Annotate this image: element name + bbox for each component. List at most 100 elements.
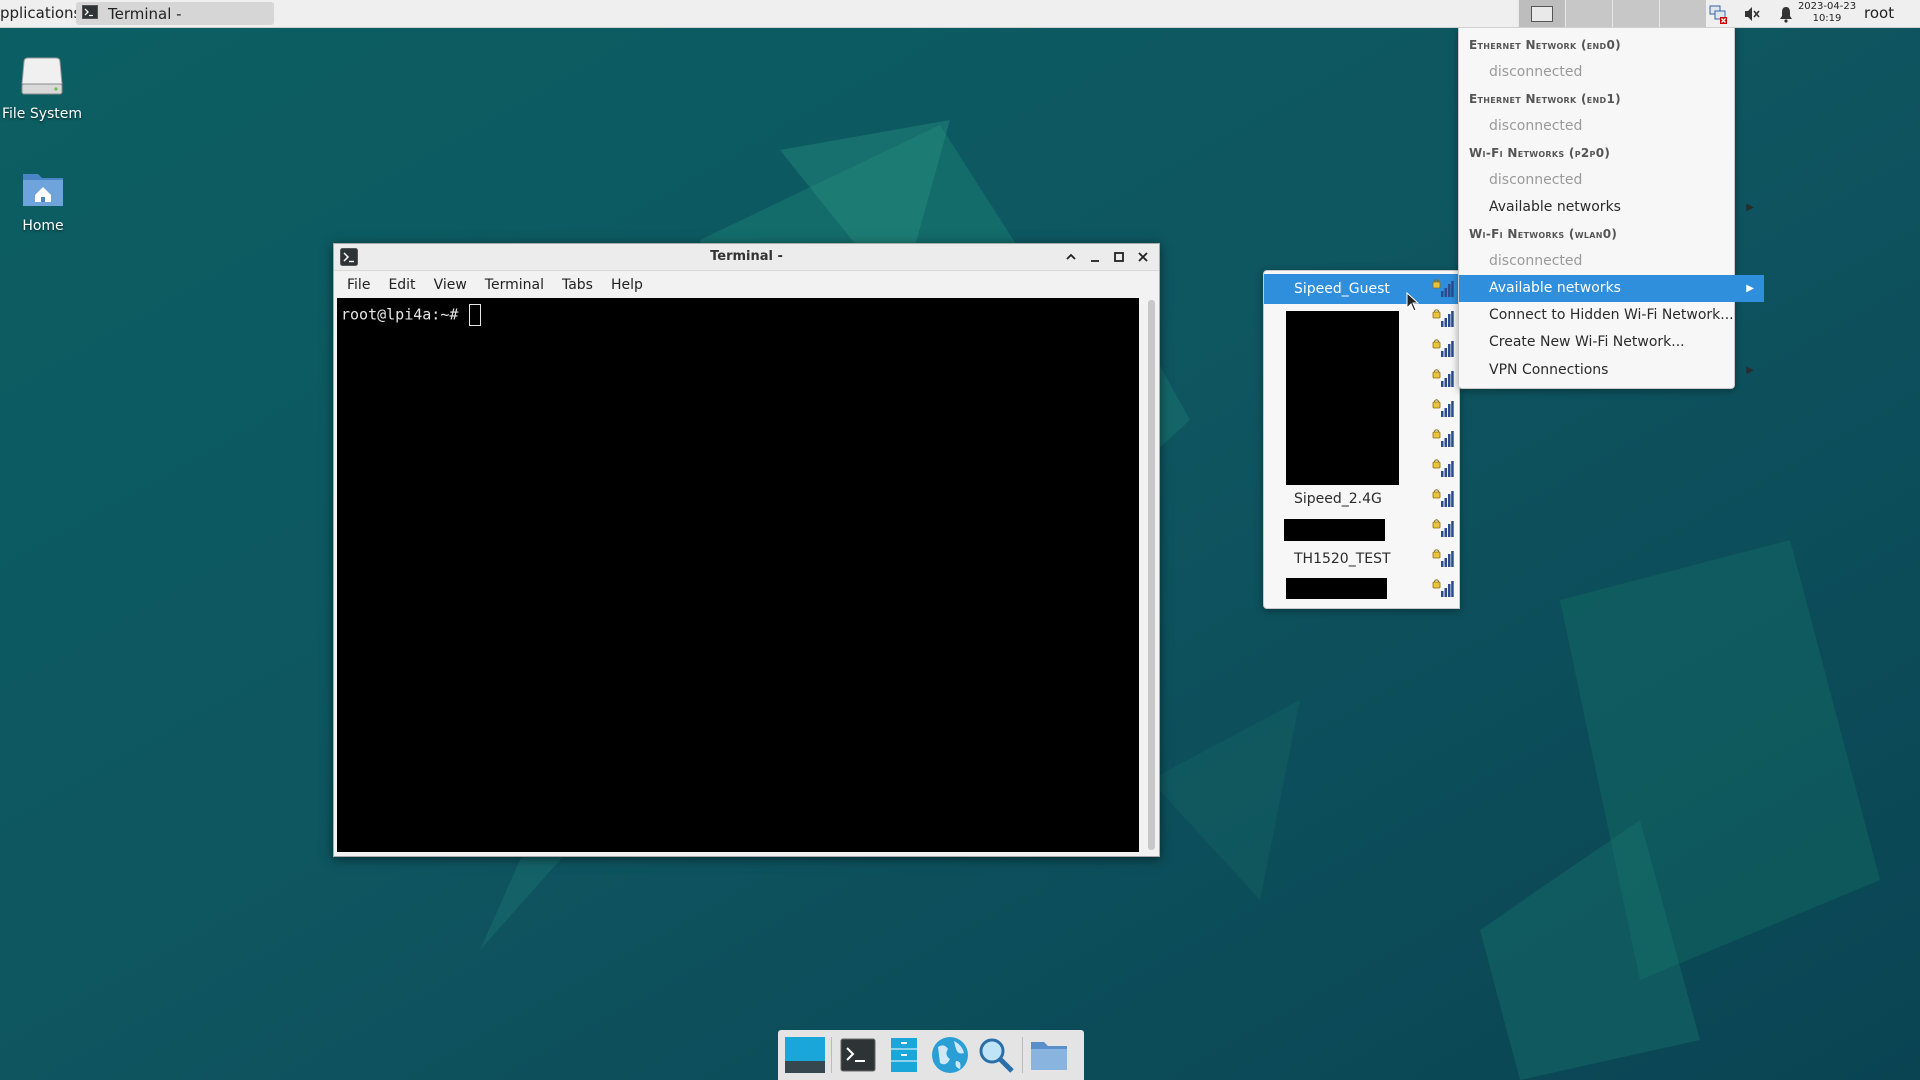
drive-icon	[21, 57, 63, 95]
terminal-menubar: File Edit View Terminal Tabs Help	[334, 271, 1159, 298]
home-folder-icon	[23, 174, 63, 206]
folder-icon	[1031, 1042, 1067, 1070]
workspace-window-preview	[1531, 5, 1553, 22]
wifi-signal-lock-icon	[1432, 459, 1454, 483]
app-finder-launcher[interactable]	[973, 1032, 1019, 1078]
volume-muted-icon[interactable]	[1742, 4, 1762, 24]
desktop-icon-label: Home	[22, 218, 64, 234]
network-disconnected-icon[interactable]	[1708, 4, 1728, 24]
menu-help[interactable]: Help	[602, 277, 652, 293]
create-wifi-item[interactable]: Create New Wi-Fi Network...	[1459, 329, 1764, 356]
submenu-arrow-icon: ▶	[1746, 202, 1754, 213]
shade-button[interactable]	[1061, 247, 1081, 267]
terminal-prompt-line: root@lpi4a:~#	[341, 304, 482, 326]
taskbar-terminal-button[interactable]: Terminal -	[76, 2, 274, 25]
show-desktop-button[interactable]	[782, 1032, 828, 1078]
dock-separator	[831, 1037, 832, 1073]
app-finder-icon	[979, 1038, 1014, 1073]
maximize-icon	[1114, 252, 1124, 262]
chevron-up-icon	[1066, 253, 1076, 260]
menu-tabs[interactable]: Tabs	[553, 277, 602, 293]
web-browser-icon	[932, 1037, 968, 1073]
wifi-signal-lock-icon	[1432, 519, 1454, 543]
wifi-network-item[interactable]: Sipeed_Guest	[1264, 274, 1459, 304]
top-panel: pplications Terminal - 2023-04-23 10:19 …	[0, 0, 1920, 28]
wifi-signal-lock-icon	[1432, 429, 1454, 453]
window-title: Terminal -	[710, 249, 783, 264]
status-end1: disconnected	[1489, 118, 1583, 134]
menu-item-label: VPN Connections	[1489, 362, 1609, 378]
desktop-icon-home[interactable]: Home	[0, 166, 98, 234]
workspace-2[interactable]	[1565, 0, 1612, 27]
mouse-pointer-icon	[1406, 292, 1420, 312]
wifi-network-item[interactable]: TH1520_TEST	[1264, 544, 1459, 574]
wifi-signal-lock-icon	[1432, 579, 1454, 603]
redacted-network-name	[1286, 578, 1387, 599]
vpn-connections-item[interactable]: VPN Connections ▶	[1459, 357, 1764, 384]
terminal-output[interactable]: root@lpi4a:~#	[337, 298, 1139, 852]
wifi-network-name: Sipeed_Guest	[1294, 281, 1390, 297]
redacted-network-name	[1284, 519, 1385, 541]
wifi-network-name: TH1520_TEST	[1294, 551, 1391, 567]
shell-prompt: root@lpi4a:~#	[341, 305, 468, 324]
wifi-signal-lock-icon	[1432, 369, 1454, 393]
terminal-icon	[82, 4, 98, 23]
status-wlan0: disconnected	[1489, 253, 1583, 269]
workspace-3[interactable]	[1612, 0, 1659, 27]
terminal-window[interactable]: Terminal - File Edit View Terminal Tabs …	[333, 243, 1160, 857]
wifi-signal-lock-icon	[1432, 309, 1454, 333]
network-menu: Ethernet Network (end0) disconnected Eth…	[1458, 27, 1764, 389]
wifi-signal-lock-icon	[1432, 399, 1454, 423]
dock-separator	[1022, 1037, 1023, 1073]
wifi-network-item[interactable]: Sipeed_2.4G	[1264, 484, 1459, 514]
workspace-1[interactable]	[1518, 0, 1565, 27]
workspace-4[interactable]	[1659, 0, 1706, 27]
menu-file[interactable]: File	[338, 277, 379, 293]
connect-hidden-wifi-item[interactable]: Connect to Hidden Wi-Fi Network...	[1459, 302, 1764, 329]
terminal-launcher[interactable]	[835, 1032, 881, 1078]
menu-edit[interactable]: Edit	[379, 277, 424, 293]
terminal-icon	[840, 1038, 876, 1072]
system-tray	[1708, 0, 1796, 27]
window-controls	[1061, 247, 1153, 267]
file-manager-icon	[891, 1038, 917, 1072]
wifi-network-name: Sipeed_2.4G	[1294, 491, 1382, 507]
redacted-network-names	[1286, 311, 1399, 485]
available-networks-p2p0[interactable]: Available networks ▶	[1459, 194, 1764, 221]
taskbar-terminal-label: Terminal -	[108, 4, 182, 23]
web-browser-launcher[interactable]	[927, 1032, 973, 1078]
section-header-wlan0: Wi-Fi Networks (wlan0)	[1469, 227, 1618, 241]
close-button[interactable]	[1133, 247, 1153, 267]
menu-item-label: Available networks	[1489, 199, 1621, 215]
terminal-scrollbar[interactable]	[1148, 300, 1155, 850]
submenu-arrow-icon: ▶	[1746, 283, 1754, 294]
user-menu[interactable]: root	[1864, 0, 1894, 27]
clock[interactable]: 2023-04-23 10:19	[1792, 1, 1862, 25]
maximize-button[interactable]	[1109, 247, 1129, 267]
terminal-titlebar[interactable]: Terminal -	[334, 244, 1159, 271]
section-header-p2p0: Wi-Fi Networks (p2p0)	[1469, 146, 1611, 160]
wifi-signal-lock-icon	[1432, 549, 1454, 573]
bottom-dock	[778, 1030, 1084, 1080]
menu-terminal[interactable]: Terminal	[476, 277, 553, 293]
clock-time: 10:19	[1812, 13, 1842, 24]
section-header-end1: Ethernet Network (end1)	[1469, 92, 1621, 106]
workspace-switcher	[1518, 0, 1706, 27]
menu-item-label: Available networks	[1489, 280, 1621, 296]
menu-view[interactable]: View	[425, 277, 476, 293]
status-p2p0: disconnected	[1489, 172, 1583, 188]
folder-launcher[interactable]	[1026, 1032, 1072, 1078]
file-manager-launcher[interactable]	[881, 1032, 927, 1078]
submenu-arrow-icon: ▶	[1746, 365, 1754, 376]
text-cursor	[469, 304, 482, 326]
available-networks-wlan0[interactable]: Available networks ▶	[1459, 275, 1764, 302]
desktop-icon-file-system[interactable]: File System	[0, 54, 97, 122]
clock-date: 2023-04-23	[1797, 1, 1857, 12]
desktop-icon-label: File System	[1, 106, 83, 122]
minimize-icon	[1091, 260, 1099, 262]
applications-menu[interactable]: pplications	[0, 0, 87, 27]
close-icon	[1138, 252, 1148, 262]
wifi-signal-lock-icon	[1432, 339, 1454, 363]
minimize-button[interactable]	[1085, 247, 1105, 267]
status-end0: disconnected	[1489, 64, 1583, 80]
